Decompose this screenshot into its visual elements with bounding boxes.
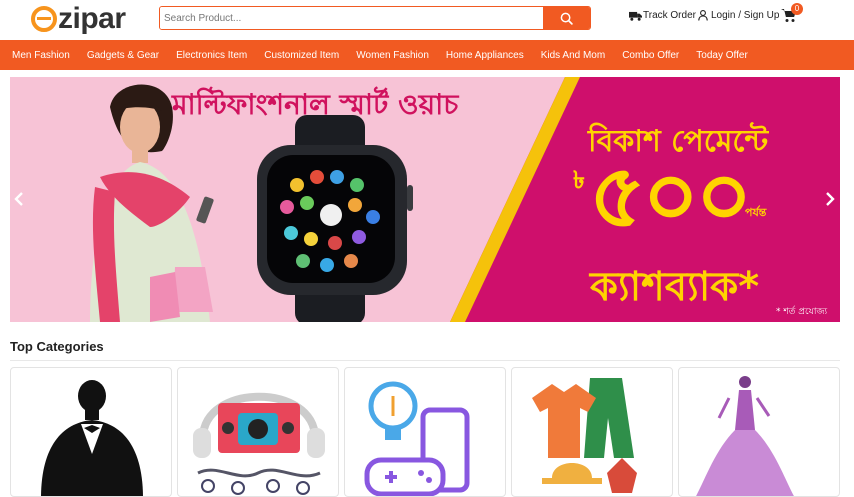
search-input[interactable] [160, 7, 543, 29]
cart-button[interactable]: 0 [781, 3, 803, 26]
user-icon [698, 10, 708, 21]
nav-item-home-appliances[interactable]: Home Appliances [446, 50, 524, 61]
carousel-prev-button[interactable] [12, 188, 26, 210]
carousel-next-button[interactable] [823, 188, 837, 210]
truck-icon [629, 11, 642, 21]
chevron-right-icon [826, 192, 835, 206]
logo-text: zipar [58, 2, 126, 35]
category-nav: Men Fashion Gadgets & Gear Electronics I… [0, 40, 854, 70]
nav-item-electronics-item[interactable]: Electronics Item [176, 50, 247, 61]
search-icon [560, 12, 573, 25]
nav-item-combo-offer[interactable]: Combo Offer [622, 50, 679, 61]
cart-count-badge: 0 [791, 3, 803, 15]
nav-item-today-offer[interactable]: Today Offer [696, 50, 748, 61]
category-card-men[interactable] [10, 367, 172, 497]
category-card-gadgets[interactable] [177, 367, 339, 497]
category-card-electronics[interactable] [344, 367, 506, 497]
category-card-fashion[interactable] [511, 367, 673, 497]
search-bar [159, 6, 591, 30]
promo-banner[interactable]: মাল্টিফাংশনাল স্মার্ট ওয়াচ বিকাশ পেমেন্… [10, 77, 840, 322]
smartwatch-image [257, 115, 413, 322]
gown-icon [696, 376, 794, 496]
taka-symbol: ৳ [573, 167, 585, 194]
site-logo[interactable]: zipar [31, 3, 126, 35]
track-order-label: Track Order [643, 10, 696, 21]
logo-e-mark [31, 6, 57, 32]
login-label: Login / Sign Up [711, 10, 780, 21]
chevron-left-icon [14, 192, 23, 206]
section-divider [10, 360, 840, 361]
nav-item-kids-and-mom[interactable]: Kids And Mom [541, 50, 605, 61]
track-order-link[interactable]: Track Order [629, 10, 696, 21]
gadgets-headphones-icon [193, 392, 325, 495]
banner-cashback-text: ক্যাশব্যাক* [590, 264, 760, 310]
banner-terms-text: * শর্ত প্রযোজ্য [776, 307, 828, 317]
nav-item-gadgets-gear[interactable]: Gadgets & Gear [87, 50, 159, 61]
category-card-women[interactable] [678, 367, 840, 497]
header: zipar Track Order Login / Sign Up [0, 0, 854, 40]
cashback-amount: ৫০০ [589, 144, 753, 247]
nav-item-men-fashion[interactable]: Men Fashion [12, 50, 70, 61]
electronics-icon [364, 381, 470, 496]
nav-item-women-fashion[interactable]: Women Fashion [356, 50, 429, 61]
nav-item-customized-item[interactable]: Customized Item [264, 50, 339, 61]
search-button[interactable] [543, 7, 590, 29]
banner-upto-text: পর্যন্ত [745, 206, 767, 219]
tuxedo-icon [41, 380, 143, 496]
top-categories-heading: Top Categories [10, 339, 104, 354]
login-link[interactable]: Login / Sign Up [698, 10, 779, 21]
clothing-icon [532, 378, 637, 493]
